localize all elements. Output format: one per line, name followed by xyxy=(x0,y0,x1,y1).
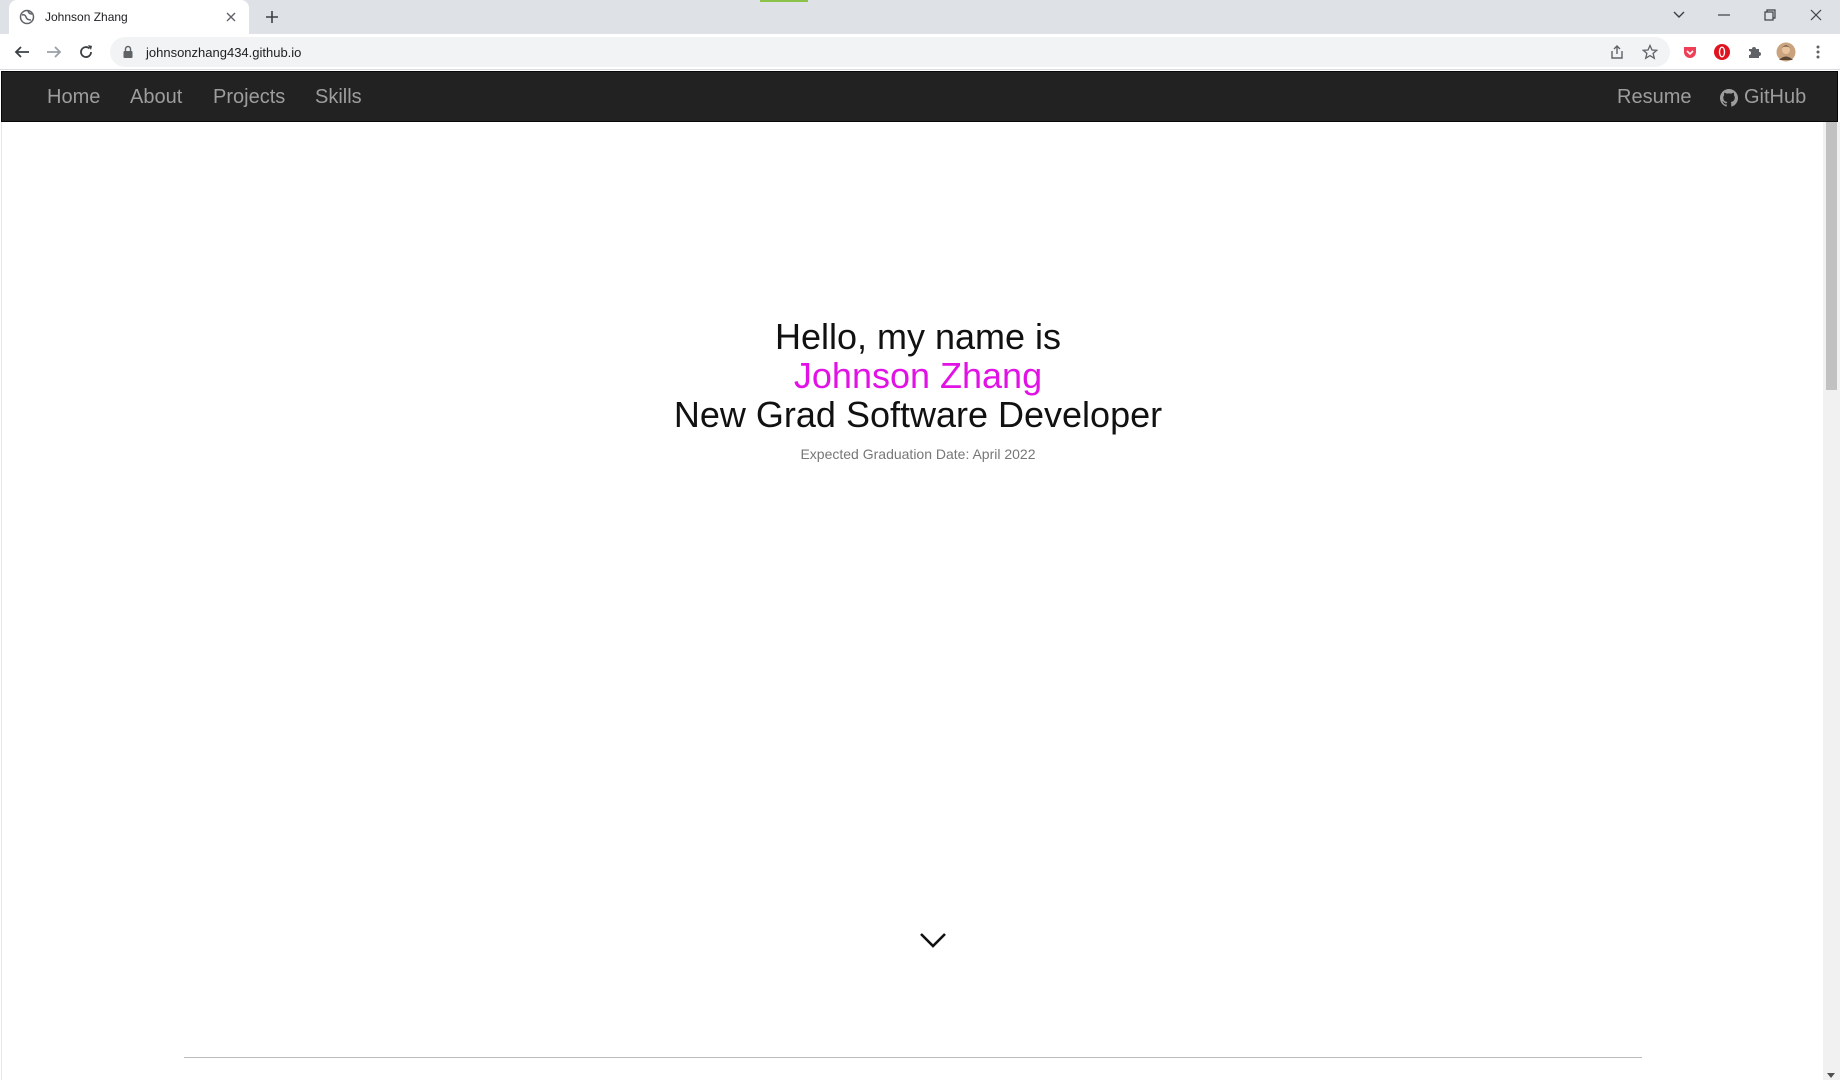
share-icon[interactable] xyxy=(1607,42,1627,62)
close-icon[interactable] xyxy=(223,9,239,25)
pocket-icon[interactable] xyxy=(1680,42,1700,62)
vertical-scrollbar[interactable] xyxy=(1823,122,1840,1080)
hero-name: Johnson Zhang xyxy=(793,355,1043,396)
nav-link-projects[interactable]: Projects xyxy=(213,86,285,109)
hero-greeting: Hello, my name is xyxy=(774,316,1062,357)
kebab-menu-icon[interactable] xyxy=(1808,42,1828,62)
minimize-icon[interactable] xyxy=(1701,0,1747,30)
scrollbar-thumb[interactable] xyxy=(1826,122,1837,390)
star-icon[interactable] xyxy=(1640,42,1660,62)
nav-link-home[interactable]: Home xyxy=(47,86,100,109)
address-bar[interactable]: johnsonzhang434.github.io xyxy=(110,37,1670,67)
scroll-down-arrow-icon[interactable] xyxy=(1827,1073,1835,1078)
browser-tab[interactable]: Johnson Zhang xyxy=(9,0,249,34)
nav-link-resume[interactable]: Resume xyxy=(1617,86,1691,109)
hero-role: New Grad Software Developer xyxy=(673,394,1163,435)
lock-icon[interactable] xyxy=(122,45,136,59)
github-icon xyxy=(1720,88,1738,107)
nav-link-github-label: GitHub xyxy=(1744,86,1807,108)
section-divider xyxy=(184,1057,1642,1058)
close-window-icon[interactable] xyxy=(1793,0,1839,30)
browser-tab-strip: Johnson Zhang xyxy=(0,0,1840,34)
puzzle-icon[interactable] xyxy=(1744,42,1764,62)
tab-title: Johnson Zhang xyxy=(45,10,128,24)
globe-icon xyxy=(19,9,35,25)
restore-icon[interactable] xyxy=(1747,0,1793,30)
opera-icon[interactable] xyxy=(1712,42,1732,62)
page-load-indicator xyxy=(760,0,808,2)
nav-link-about[interactable]: About xyxy=(130,86,182,109)
arrow-left-icon[interactable] xyxy=(12,42,32,62)
nav-link-github[interactable]: GitHub xyxy=(1720,86,1806,109)
hero-section: Hello, my name is Johnson Zhang New Grad… xyxy=(2,317,1834,462)
page-content: Hello, my name is Johnson Zhang New Grad… xyxy=(1,122,1823,1080)
url-text: johnsonzhang434.github.io xyxy=(146,44,302,60)
tab-search-icon[interactable] xyxy=(1656,0,1702,30)
avatar-icon[interactable] xyxy=(1776,42,1796,62)
hero-graduation-date: Expected Graduation Date: April 2022 xyxy=(800,446,1036,462)
site-navbar: Home About Projects Skills Resume GitHub xyxy=(1,71,1838,122)
nav-link-skills[interactable]: Skills xyxy=(315,86,362,109)
plus-icon[interactable] xyxy=(262,7,282,27)
reload-icon[interactable] xyxy=(76,42,96,62)
chevron-down-icon[interactable] xyxy=(918,930,948,950)
browser-toolbar: johnsonzhang434.github.io xyxy=(0,34,1840,70)
arrow-right-icon[interactable] xyxy=(44,42,64,62)
